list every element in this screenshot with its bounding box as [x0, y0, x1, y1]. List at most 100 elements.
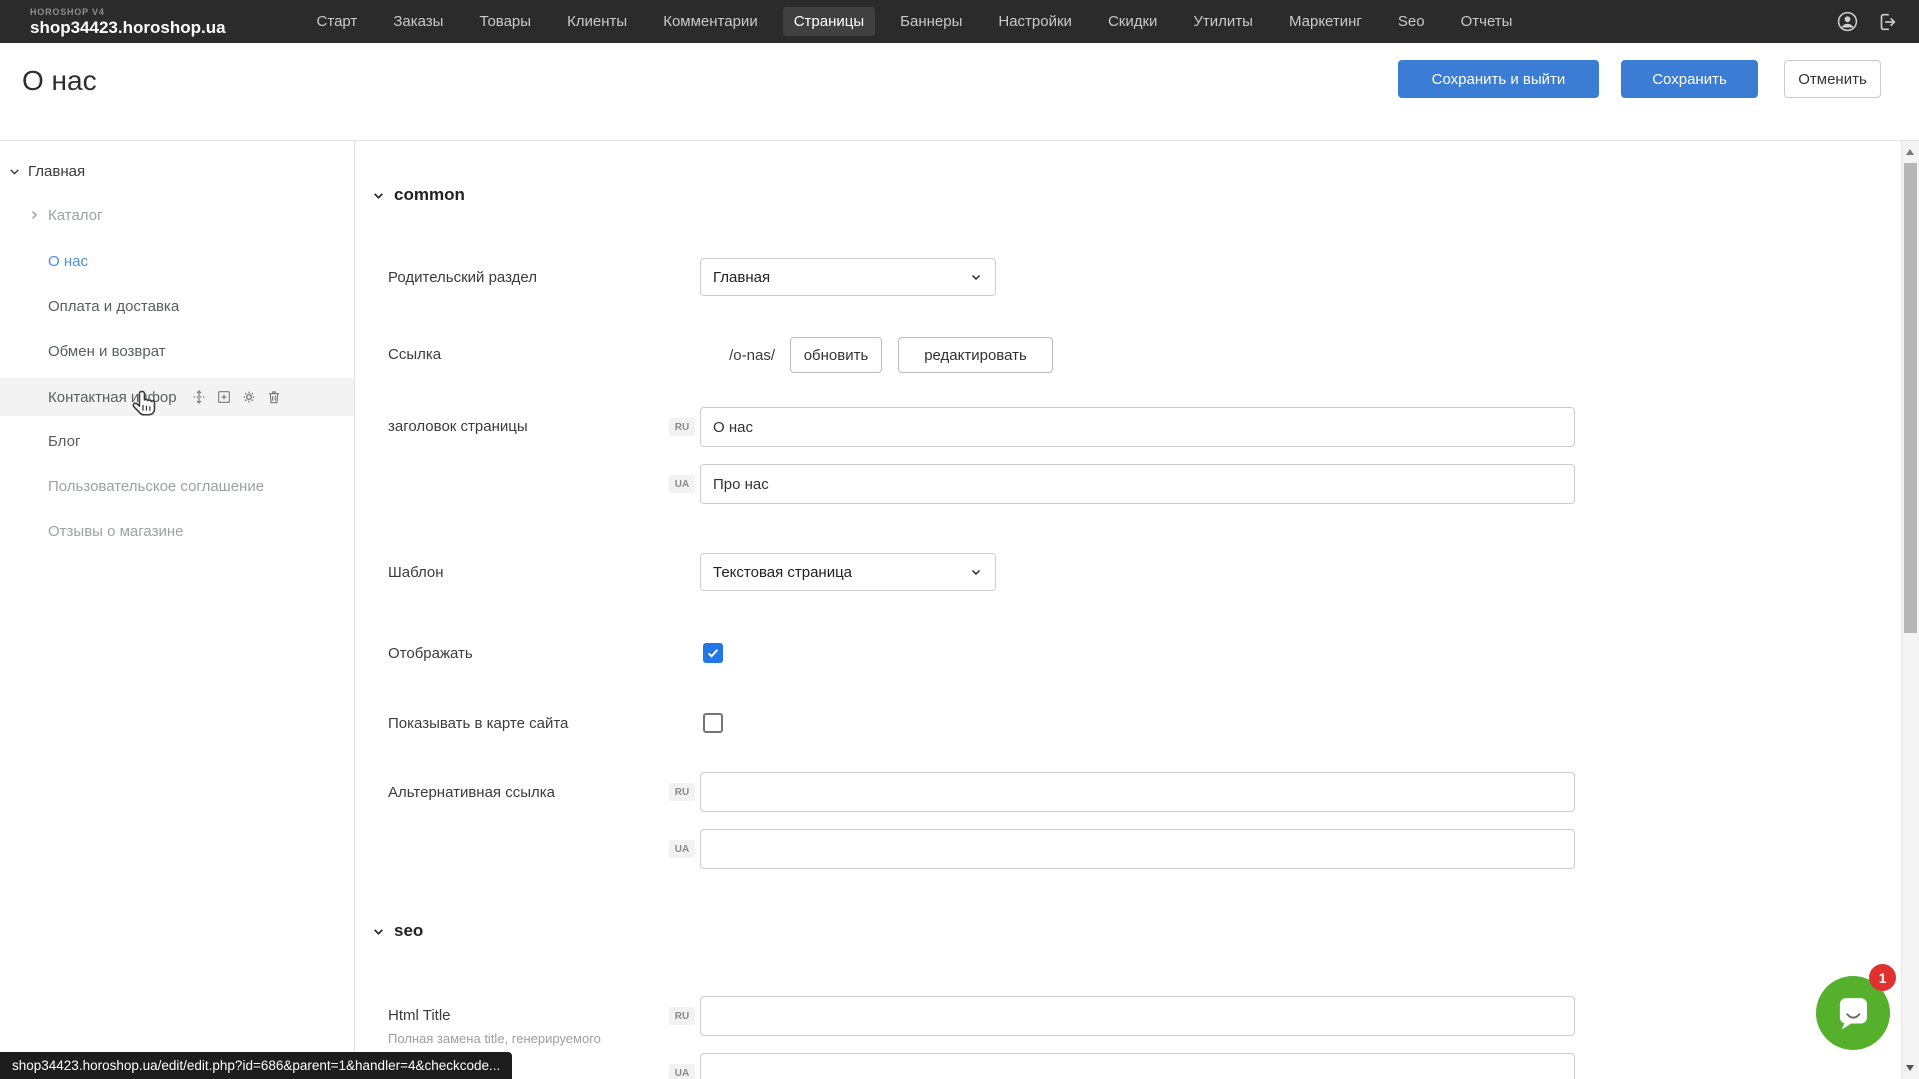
- page-title-field-label: заголовок страницы: [388, 417, 528, 437]
- tree-item-label: Блог: [48, 433, 80, 450]
- logo-domain: shop34423.horoshop.ua: [30, 19, 226, 36]
- html-title-ru-input[interactable]: [700, 996, 1575, 1036]
- template-label: Шаблон: [388, 563, 444, 583]
- section-seo-header[interactable]: seo: [370, 921, 423, 941]
- display-label: Отображать: [388, 644, 473, 664]
- page-header: О нас Сохранить и выйти Сохранить Отмени…: [0, 43, 1919, 141]
- tree-item-label: Обмен и возврат: [48, 343, 166, 360]
- nav-item-banners[interactable]: Баннеры: [889, 7, 973, 36]
- nav-item-products[interactable]: Товары: [468, 7, 542, 36]
- html-title-label: Html Title: [388, 1006, 451, 1026]
- section-title: common: [394, 185, 465, 205]
- edit-form: common Родительский раздел Главная Ссылк…: [355, 141, 1902, 1079]
- lang-badge-ua: UA: [669, 475, 695, 493]
- logo-version: HOROSHOP V4: [30, 8, 226, 17]
- tree-item-oplata[interactable]: Оплата и доставка: [0, 287, 354, 325]
- alt-link-label: Альтернативная ссылка: [388, 783, 555, 803]
- save-and-exit-button[interactable]: Сохранить и выйти: [1398, 60, 1599, 98]
- section-title: seo: [394, 921, 423, 941]
- html-title-hint: Полная замена title, генерируемого: [388, 1031, 601, 1047]
- nav-item-comments[interactable]: Комментарии: [652, 7, 768, 36]
- parent-section-select[interactable]: Главная: [700, 258, 996, 296]
- page-title-ua-input[interactable]: [700, 464, 1575, 504]
- tree-item-katalog[interactable]: Каталог: [0, 196, 354, 234]
- page-title-ru-input[interactable]: [700, 407, 1575, 447]
- scrollbar-thumb[interactable]: [1904, 163, 1917, 633]
- chevron-down-icon: [969, 270, 983, 284]
- link-label: Ссылка: [388, 345, 441, 365]
- tree-item-label: Оплата и доставка: [48, 298, 179, 315]
- vertical-scrollbar[interactable]: [1901, 141, 1919, 1079]
- tree-item-otzyvy[interactable]: Отзывы о магазине: [0, 512, 354, 550]
- check-icon: [706, 646, 720, 660]
- scroll-down-arrow-icon[interactable]: [1906, 1065, 1914, 1071]
- status-url-bar: shop34423.horoshop.ua/edit/edit.php?id=6…: [0, 1052, 512, 1079]
- html-title-ua-input[interactable]: [700, 1053, 1575, 1079]
- section-common-header[interactable]: common: [370, 185, 465, 205]
- link-edit-button[interactable]: редактировать: [898, 337, 1053, 373]
- add-icon[interactable]: [216, 389, 232, 405]
- nav-item-settings[interactable]: Настройки: [987, 7, 1083, 36]
- tree-item-o-nas[interactable]: О нас: [0, 242, 354, 280]
- chevron-right-icon[interactable]: [26, 207, 42, 223]
- nav-item-orders[interactable]: Заказы: [382, 7, 454, 36]
- parent-section-value: Главная: [713, 269, 770, 286]
- save-button[interactable]: Сохранить: [1621, 60, 1758, 98]
- lang-badge-ru: RU: [669, 783, 695, 801]
- nav-right-icons: [1835, 10, 1899, 34]
- sitemap-checkbox[interactable]: [703, 713, 723, 733]
- alt-link-ua-input[interactable]: [700, 829, 1575, 869]
- tree-item-label: Главная: [28, 163, 85, 180]
- chat-unread-badge: 1: [1869, 964, 1896, 991]
- nav-menu: Старт Заказы Товары Клиенты Комментарии …: [306, 7, 1524, 36]
- move-icon[interactable]: [191, 389, 207, 405]
- display-checkbox[interactable]: [703, 643, 723, 663]
- page-title: О нас: [22, 65, 97, 97]
- scroll-up-arrow-icon[interactable]: [1906, 149, 1914, 155]
- nav-item-utilities[interactable]: Утилиты: [1182, 7, 1264, 36]
- chat-bubble-icon: [1832, 992, 1874, 1034]
- nav-item-pages[interactable]: Страницы: [783, 7, 875, 36]
- tree-item-label: Каталог: [48, 207, 103, 224]
- template-select[interactable]: Текстовая страница: [700, 553, 996, 591]
- chevron-down-icon: [370, 923, 386, 939]
- tree-item-glavnaya[interactable]: Главная: [0, 152, 354, 190]
- lang-badge-ua: UA: [669, 840, 695, 858]
- logout-icon[interactable]: [1875, 10, 1899, 34]
- tree-item-obmen[interactable]: Обмен и возврат: [0, 332, 354, 370]
- cancel-button[interactable]: Отменить: [1784, 60, 1881, 98]
- nav-item-discounts[interactable]: Скидки: [1097, 7, 1168, 36]
- delete-icon[interactable]: [266, 389, 282, 405]
- tree-item-label: О нас: [48, 253, 88, 270]
- chevron-down-icon[interactable]: [6, 163, 22, 179]
- tree-item-label: Отзывы о магазине: [48, 523, 183, 540]
- nav-item-start[interactable]: Старт: [306, 7, 369, 36]
- nav-item-clients[interactable]: Клиенты: [556, 7, 638, 36]
- lang-badge-ua: UA: [669, 1064, 695, 1079]
- tree-item-label: Пользовательское соглашение: [48, 478, 264, 495]
- nav-item-marketing[interactable]: Маркетинг: [1278, 7, 1373, 36]
- link-path-value: /o-nas/: [713, 347, 775, 364]
- chevron-down-icon: [969, 565, 983, 579]
- tree-item-soglashenie[interactable]: Пользовательское соглашение: [0, 467, 354, 505]
- pages-tree-sidebar: Главная Каталог О нас Оплата и доставка …: [0, 141, 355, 1079]
- top-navbar: HOROSHOP V4 shop34423.horoshop.ua Старт …: [0, 0, 1919, 43]
- tree-item-kontaktnaya[interactable]: Контактная инфор: [0, 378, 354, 416]
- alt-link-ru-input[interactable]: [700, 772, 1575, 812]
- tree-item-label: Контактная инфор: [48, 389, 177, 406]
- link-refresh-button[interactable]: обновить: [790, 337, 882, 373]
- lang-badge-ru: RU: [669, 1007, 695, 1025]
- chevron-down-icon: [370, 187, 386, 203]
- nav-item-reports[interactable]: Отчеты: [1450, 7, 1524, 36]
- logo[interactable]: HOROSHOP V4 shop34423.horoshop.ua: [30, 8, 226, 36]
- tree-item-actions: [191, 389, 282, 405]
- settings-icon[interactable]: [241, 389, 257, 405]
- template-value: Текстовая страница: [713, 564, 852, 581]
- tree-item-blog[interactable]: Блог: [0, 422, 354, 460]
- header-buttons: Сохранить и выйти Сохранить Отменить: [1398, 60, 1881, 98]
- nav-item-seo[interactable]: Seo: [1387, 7, 1436, 36]
- account-icon[interactable]: [1835, 10, 1859, 34]
- app-window: HOROSHOP V4 shop34423.horoshop.ua Старт …: [0, 0, 1919, 1079]
- lang-badge-ru: RU: [669, 418, 695, 436]
- parent-section-label: Родительский раздел: [388, 268, 537, 288]
